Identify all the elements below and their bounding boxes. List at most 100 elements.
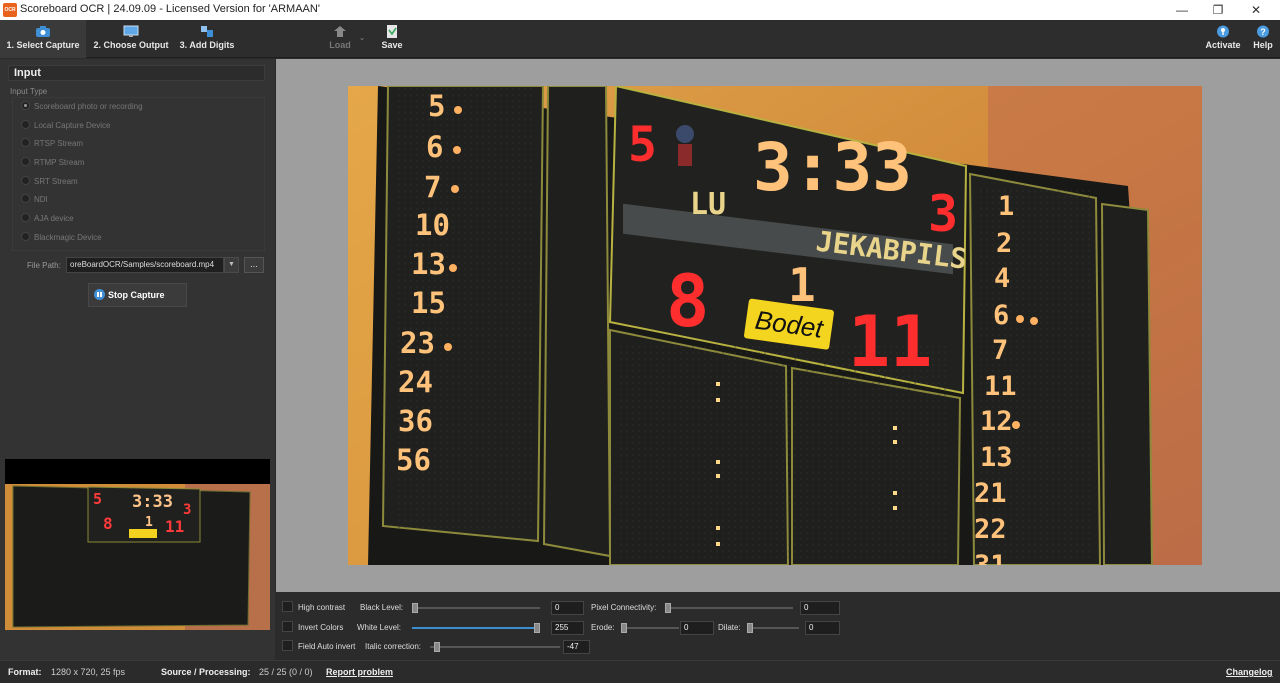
radio-srt[interactable]: SRT Stream xyxy=(21,175,78,189)
radio-rtsp[interactable]: RTSP Stream xyxy=(21,137,83,151)
pixel-connectivity-label: Pixel Connectivity: xyxy=(591,603,657,612)
help-button[interactable]: ? Help xyxy=(1250,20,1276,58)
preview-scoreboard-image: 5 3:33 3 8 1 11 xyxy=(5,484,270,630)
black-level-slider[interactable] xyxy=(412,602,540,614)
radio-label: Blackmagic Device xyxy=(34,233,102,242)
window-title: Scoreboard OCR | 24.09.09 - Licensed Ver… xyxy=(20,3,320,15)
radio-label: AJA device xyxy=(34,214,74,223)
save-icon xyxy=(387,25,397,38)
right-player-number: 6 xyxy=(993,300,1009,331)
checkbox-icon xyxy=(282,640,293,652)
input-type-label: Input Type xyxy=(10,87,48,96)
dilate-value[interactable]: 0 xyxy=(805,621,840,635)
left-player-number: 15 xyxy=(411,286,446,320)
radio-scoreboard-photo[interactable]: Scoreboard photo or recording xyxy=(21,100,143,114)
right-player-number: 1 xyxy=(998,191,1014,222)
invert-colors-checkbox[interactable]: Invert Colors xyxy=(282,621,344,634)
home-score-display: 8 xyxy=(666,259,709,343)
radio-dot-icon xyxy=(21,157,30,167)
toolbar: 1. Select Capture 2. Choose Output 3. Ad… xyxy=(0,20,1280,58)
radio-dot-icon xyxy=(21,232,30,242)
right-player-number: 7 xyxy=(992,335,1008,366)
status-bar: Format: 1280 x 720, 25 fps Source / Proc… xyxy=(0,660,1280,683)
radio-dot-icon xyxy=(21,213,30,223)
white-level-value[interactable]: 255 xyxy=(551,621,584,635)
white-level-slider[interactable] xyxy=(412,622,540,634)
field-auto-invert-label: Field Auto invert xyxy=(298,642,356,651)
checkbox-icon xyxy=(282,601,293,613)
upload-icon xyxy=(334,26,346,37)
format-value: 1280 x 720, 25 fps xyxy=(51,667,126,677)
left-player-number: 5 xyxy=(428,89,445,123)
radio-label: Scoreboard photo or recording xyxy=(34,102,143,111)
report-problem-link[interactable]: Report problem xyxy=(326,661,393,683)
radio-ndi[interactable]: NDI xyxy=(21,193,48,207)
radio-local-capture[interactable]: Local Capture Device xyxy=(21,119,110,133)
load-dropdown-icon[interactable]: ⌄ xyxy=(357,20,367,58)
right-player-number: 21 xyxy=(974,478,1007,509)
erode-slider[interactable] xyxy=(621,622,679,634)
radio-blackmagic[interactable]: Blackmagic Device xyxy=(21,231,102,245)
right-player-number: 31 xyxy=(974,550,1007,565)
erode-label: Erode: xyxy=(591,623,615,632)
left-player-number: 13 xyxy=(411,247,446,281)
save-button[interactable]: Save xyxy=(378,20,406,58)
thumb-quarter: 1 xyxy=(145,515,153,530)
thumb-period-right: 3 xyxy=(183,502,191,518)
radio-dot-icon xyxy=(21,120,30,130)
scoreboard-frame: 5 6 7 10 13 15 23 24 36 56 5 3:33 3 LU J… xyxy=(348,86,1202,565)
digits-icon xyxy=(201,26,213,37)
stop-capture-button[interactable]: Stop Capture xyxy=(88,283,187,307)
minimize-button[interactable]: — xyxy=(1164,0,1200,20)
load-label: Load xyxy=(329,40,351,50)
stop-capture-label: Stop Capture xyxy=(108,290,165,300)
pixel-connectivity-slider[interactable] xyxy=(665,602,793,614)
dilate-slider[interactable] xyxy=(747,622,799,634)
add-digits-label: 3. Add Digits xyxy=(179,40,235,50)
black-level-value[interactable]: 0 xyxy=(551,601,584,615)
high-contrast-checkbox[interactable]: High contrast xyxy=(282,601,345,614)
radio-rtmp[interactable]: RTMP Stream xyxy=(21,156,84,170)
choose-output-button[interactable]: 2. Choose Output xyxy=(90,20,172,58)
checkbox-icon xyxy=(282,621,293,633)
field-auto-invert-checkbox[interactable]: Field Auto invert xyxy=(282,640,356,653)
dilate-label: Dilate: xyxy=(718,623,741,632)
erode-value[interactable]: 0 xyxy=(680,621,714,635)
preview-thumbnail: 5 3:33 3 8 1 11 xyxy=(5,459,270,630)
monitor-icon xyxy=(123,25,139,37)
radio-label: RTSP Stream xyxy=(34,139,84,148)
thumb-period: 5 xyxy=(93,490,102,508)
save-label: Save xyxy=(381,40,403,50)
maximize-button[interactable]: ❐ xyxy=(1200,0,1236,20)
title-bar: OCR Scoreboard OCR | 24.09.09 - Licensed… xyxy=(0,0,1280,20)
italic-correction-value[interactable]: -47 xyxy=(563,640,590,654)
right-player-number: 12 xyxy=(980,406,1013,437)
browse-button[interactable]: ... xyxy=(244,257,264,273)
home-team-name: LU xyxy=(690,187,726,222)
select-capture-button[interactable]: 1. Select Capture xyxy=(0,20,86,58)
radio-dot-icon xyxy=(21,194,30,204)
white-level-label: White Level: xyxy=(357,623,402,632)
activate-button[interactable]: Activate xyxy=(1200,20,1246,58)
away-score-display: 11 xyxy=(848,301,932,383)
help-icon: ? xyxy=(1257,25,1269,38)
add-digits-button[interactable]: 3. Add Digits xyxy=(176,20,238,58)
file-path-dropdown-icon[interactable]: ▼ xyxy=(224,257,239,273)
radio-label: Local Capture Device xyxy=(34,121,111,130)
format-label: Format: xyxy=(8,667,42,677)
load-button[interactable]: Load xyxy=(325,20,355,58)
close-button[interactable]: ✕ xyxy=(1238,0,1274,20)
pixel-connectivity-value[interactable]: 0 xyxy=(800,601,840,615)
left-player-number: 36 xyxy=(398,404,433,438)
invert-colors-label: Invert Colors xyxy=(298,623,344,632)
right-player-number: 11 xyxy=(984,371,1017,402)
input-section-title: Input xyxy=(8,65,265,81)
radio-aja[interactable]: AJA device xyxy=(21,212,74,226)
right-player-number: 4 xyxy=(994,263,1010,294)
thumb-away-score: 11 xyxy=(165,517,184,536)
italic-correction-slider[interactable] xyxy=(430,641,560,653)
file-path-input[interactable]: oreBoardOCR/Samples/scoreboard.mp4 xyxy=(66,257,224,273)
left-player-number: 7 xyxy=(424,170,441,204)
svg-text:?: ? xyxy=(1260,27,1266,37)
changelog-link[interactable]: Changelog xyxy=(1226,661,1273,683)
